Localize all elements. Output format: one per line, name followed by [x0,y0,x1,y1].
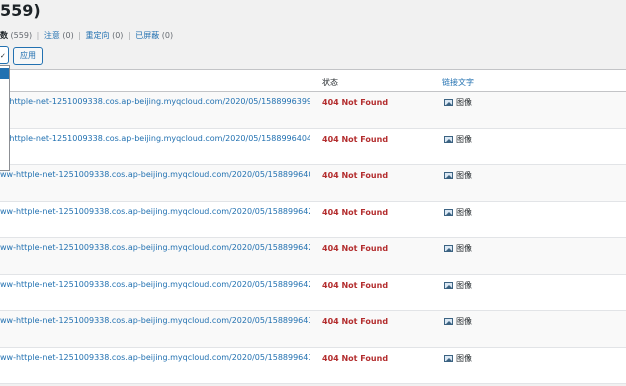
image-icon [444,354,453,362]
filter-current[interactable]: 数 [0,31,8,40]
column-header-link-text[interactable]: 链接文字 [442,77,474,88]
status-filter-nav: 数 (559) | 注意 (0) | 重定向 (0) | 已屏蔽 (0) [0,30,173,41]
link-text-cell: 图像 [444,280,472,291]
link-text-label: 图像 [456,171,472,180]
separator: | [36,31,40,40]
status-text: 404 Not Found [322,317,389,326]
column-header-status: 状态 [322,78,338,87]
link-text-label: 图像 [456,244,472,253]
table-row: ww-httple-net-1251009338.cos.ap-beijing.… [0,238,626,275]
table-row: ww-httple-net-1251009338.cos.ap-beijing.… [0,165,626,202]
image-icon [444,99,453,106]
status-text: 404 Not Found [322,280,389,290]
table-row: ww-httple-net-1251009338.cos.ap-beijing.… [0,274,626,311]
link-url[interactable]: ww-httple-net-1251009338.cos.ap-beijing.… [0,316,310,325]
link-url[interactable]: ww-httple-net-1251009338.cos.ap-beijing.… [0,170,310,179]
link-text-cell: 图像 [444,207,472,218]
link-text-label: 图像 [456,317,472,326]
table-row: ww-httple-net-1251009338.cos.ap-beijing.… [0,347,626,384]
table-body: w-httple-net-1251009338.cos.ap-beijing.m… [0,92,626,384]
status-text: 404 Not Found [322,353,389,363]
status-text: 404 Not Found [322,98,389,107]
link-url[interactable]: ww-httple-net-1251009338.cos.ap-beijing.… [0,207,310,216]
checkmark-icon: ✓ [0,52,6,60]
separator: | [127,31,131,40]
link-url[interactable]: w-httple-net-1251009338.cos.ap-beijing.m… [0,134,310,143]
link-url[interactable]: ww-httple-net-1251009338.cos.ap-beijing.… [0,353,310,362]
link-text-cell: 图像 [444,134,472,145]
link-text-label: 图像 [456,134,472,144]
status-text: 404 Not Found [322,207,389,217]
apply-button[interactable]: 应用 [13,47,43,65]
link-text-label: 图像 [456,353,472,363]
link-text-cell: 图像 [444,97,472,108]
dropdown-selected-option[interactable] [0,68,9,79]
filter-warning-link[interactable]: 注意 [44,31,60,40]
image-icon [444,281,453,289]
table-row: ww-httple-net-1251009338.cos.ap-beijing.… [0,311,626,348]
table-row: ww-httple-net-1251009338.cos.ap-beijing.… [0,201,626,238]
image-icon [444,245,453,252]
status-text: 404 Not Found [322,171,389,180]
link-url[interactable]: ww-httple-net-1251009338.cos.ap-beijing.… [0,280,310,289]
link-text-cell: 图像 [444,316,472,327]
link-text-label: 图像 [456,280,472,290]
filter-redirect-link[interactable]: 重定向 [86,31,110,40]
link-url[interactable]: ww-httple-net-1251009338.cos.ap-beijing.… [0,243,310,252]
status-text: 404 Not Found [322,134,389,144]
bulk-action-dropdown[interactable] [0,65,10,171]
image-icon [444,172,453,179]
table-header: 状态 链接文字 [0,69,626,92]
filter-redirect-count: (0) [112,31,124,40]
link-text-cell: 图像 [444,353,472,364]
filter-warning-count: (0) [62,31,74,40]
filter-blocked-link[interactable]: 已屏蔽 [135,31,159,40]
image-icon [444,318,453,325]
link-text-label: 图像 [456,98,472,107]
table-row: w-httple-net-1251009338.cos.ap-beijing.m… [0,92,626,129]
bulk-action-select[interactable]: ✓ [0,46,9,64]
separator: | [78,31,81,40]
filter-blocked-count: (0) [161,31,174,40]
image-icon [444,208,453,216]
filter-current-count: (559) [10,31,33,40]
image-icon [444,135,453,143]
table-row: w-httple-net-1251009338.cos.ap-beijing.m… [0,128,626,165]
broken-links-table: 状态 链接文字 w-httple-net-1251009338.cos.ap-b… [0,69,626,384]
link-text-label: 图像 [456,207,472,217]
link-text-cell: 图像 [444,170,472,181]
status-text: 404 Not Found [322,244,389,253]
link-url[interactable]: w-httple-net-1251009338.cos.ap-beijing.m… [0,97,310,106]
link-text-cell: 图像 [444,243,472,254]
page-title: 559) [0,1,41,20]
